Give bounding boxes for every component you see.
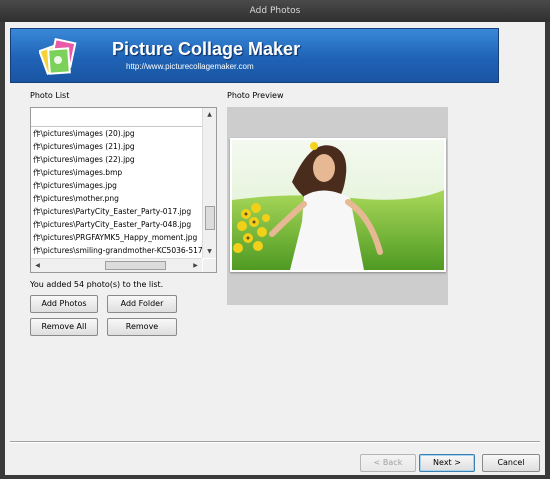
list-item[interactable]: 作\pictures\PartyCity_Easter_Party-048.jp…	[31, 218, 202, 231]
remove-button[interactable]: Remove	[107, 318, 177, 336]
footer-separator	[10, 441, 540, 443]
scroll-right-arrow-icon[interactable]: ▶	[189, 259, 202, 272]
scroll-up-arrow-icon[interactable]: ▲	[203, 108, 216, 121]
photo-list[interactable]: 作\pictures\images (20).jpg 作\pictures\im…	[30, 107, 217, 273]
list-header[interactable]	[31, 108, 202, 127]
app-url: http://www.picturecollagemaker.com	[126, 62, 254, 71]
app-banner: Picture Collage Maker http://www.picture…	[10, 28, 499, 83]
preview-image	[230, 138, 446, 272]
next-button[interactable]: Next >	[419, 454, 475, 472]
woman-in-field-photo	[232, 140, 444, 270]
photo-list-label: Photo List	[30, 91, 70, 100]
photo-list-rows: 作\pictures\images (20).jpg 作\pictures\im…	[31, 127, 202, 257]
list-item[interactable]: 作\pictures\images (22).jpg	[31, 153, 202, 166]
list-item[interactable]: 作\pictures\images (20).jpg	[31, 127, 202, 140]
photo-count-status: You added 54 photo(s) to the list.	[30, 280, 164, 289]
list-item[interactable]: 作\pictures\PartyCity_Easter_Party-017.jp…	[31, 205, 202, 218]
window-title: Add Photos	[0, 0, 550, 22]
cancel-button[interactable]: Cancel	[482, 454, 540, 472]
list-item[interactable]: 作\pictures\images.jpg	[31, 179, 202, 192]
window-frame-right	[545, 22, 550, 479]
list-item[interactable]: 作\pictures\images.bmp	[31, 166, 202, 179]
add-photos-dialog: Add Photos Picture Collage Maker http://…	[0, 0, 550, 479]
vertical-scroll-thumb[interactable]	[205, 206, 215, 230]
app-name: Picture Collage Maker	[112, 39, 301, 59]
list-item[interactable]: 作\pictures\images (21).jpg	[31, 140, 202, 153]
photo-stack-logo-icon	[39, 37, 77, 75]
horizontal-scroll-thumb[interactable]	[105, 261, 166, 270]
photo-preview-label: Photo Preview	[227, 91, 284, 100]
horizontal-scrollbar[interactable]: ◀ ▶	[31, 258, 202, 272]
window-frame-left	[0, 22, 5, 479]
list-item[interactable]: 作\pictures\PRGFAYMK5_Happy_moment.jpg	[31, 231, 202, 244]
add-photos-button[interactable]: Add Photos	[30, 295, 98, 313]
remove-all-button[interactable]: Remove All	[30, 318, 98, 336]
add-folder-button[interactable]: Add Folder	[107, 295, 177, 313]
scrollbar-corner	[203, 259, 216, 272]
scroll-down-arrow-icon[interactable]: ▼	[203, 245, 216, 258]
list-item[interactable]: 作\pictures\smiling-grandmother-KC5036-51…	[31, 244, 202, 257]
scroll-left-arrow-icon[interactable]: ◀	[31, 259, 44, 272]
vertical-scrollbar[interactable]: ▲ ▼	[202, 108, 216, 258]
window-frame-bottom	[0, 475, 550, 479]
back-button[interactable]: < Back	[360, 454, 416, 472]
list-item[interactable]: 作\pictures\mother.png	[31, 192, 202, 205]
